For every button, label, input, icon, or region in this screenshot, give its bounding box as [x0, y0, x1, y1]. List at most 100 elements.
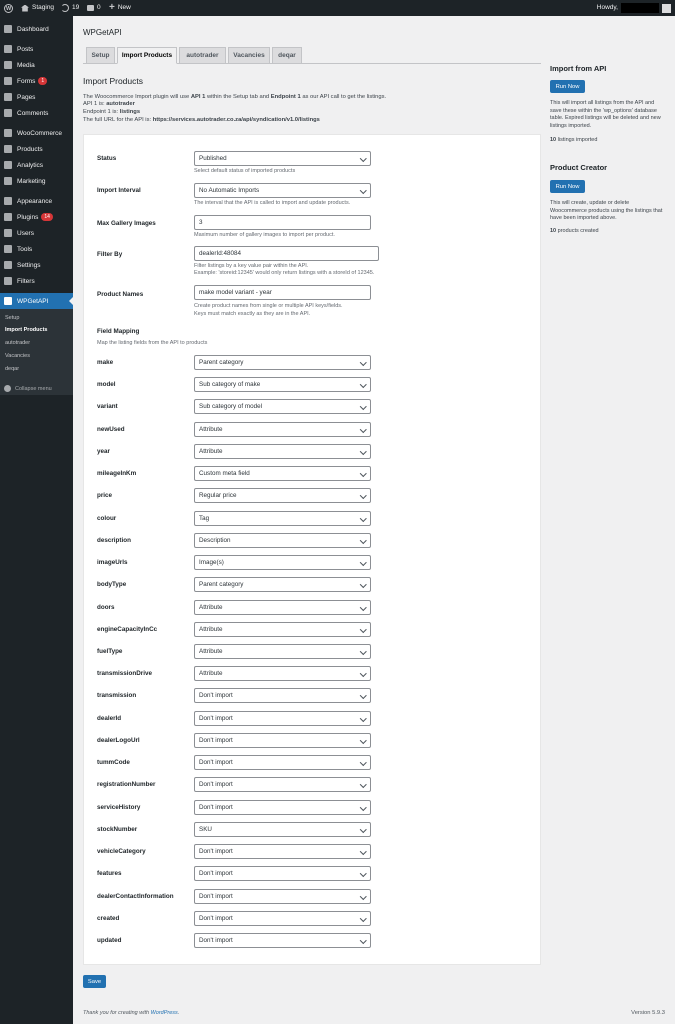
sidebar-item-media[interactable]: Media	[0, 57, 73, 73]
plugin-icon	[4, 213, 12, 221]
collapse-menu-button[interactable]: Collapse menu	[4, 385, 52, 392]
sidebar-item-label: Marketing	[17, 177, 46, 185]
field-mapping-select[interactable]: Description	[194, 532, 371, 548]
sidebar-item-label: WooCommerce	[17, 129, 63, 137]
sidebar-item-label: Filters	[17, 277, 35, 285]
sidebar-item-tools[interactable]: Tools	[0, 241, 73, 257]
sidebar-item-products[interactable]: Products	[0, 141, 73, 157]
section-heading: Import Products	[83, 76, 143, 86]
field-mapping-select[interactable]: Parent category	[194, 577, 371, 593]
field-mapping-select[interactable]: Don't import	[194, 844, 371, 860]
wpgetapi-submenu: Setup Import Products autotrader Vacanci…	[0, 309, 73, 395]
sidebar-item-users[interactable]: Users	[0, 225, 73, 241]
field-mapping-select[interactable]: Tag	[194, 510, 371, 526]
field-mapping-select[interactable]: Attribute	[194, 599, 371, 615]
field-mapping-select[interactable]: Don't import	[194, 755, 371, 771]
field-mapping-select[interactable]: Don't import	[194, 888, 371, 904]
field-mapping-select[interactable]: Don't import	[194, 777, 371, 793]
sidebar-item-forms[interactable]: Forms 1	[0, 73, 73, 89]
new-content-link[interactable]: + New	[109, 0, 131, 16]
field-label: doors	[97, 603, 115, 611]
tab-autotrader[interactable]: autotrader	[179, 47, 226, 64]
field-label: imageUrls	[97, 559, 128, 567]
product-names-description-2: Keys must match exactly as they are in t…	[194, 311, 311, 317]
analytics-icon	[4, 161, 12, 169]
collapse-label: Collapse menu	[15, 385, 52, 392]
account-menu[interactable]: Howdy,	[597, 0, 671, 16]
sidebar-item-wpgetapi[interactable]: WPGetAPI	[0, 293, 73, 309]
sidebar-item-marketing[interactable]: Marketing	[0, 173, 73, 189]
status-label: Status	[97, 155, 117, 162]
filter-by-input[interactable]: dealerId:48084	[194, 246, 379, 261]
field-mapping-select[interactable]: Attribute	[194, 643, 371, 659]
field-mapping-select[interactable]: Don't import	[194, 688, 371, 704]
field-mapping-select[interactable]: Regular price	[194, 488, 371, 504]
max-gallery-input[interactable]: 3	[194, 215, 371, 230]
sidebar-item-analytics[interactable]: Analytics	[0, 157, 73, 173]
sidebar-item-appearance[interactable]: Appearance	[0, 193, 73, 209]
products-icon	[4, 145, 12, 153]
field-mapping-select[interactable]: Custom meta field	[194, 466, 371, 482]
field-label: make	[97, 359, 114, 366]
field-mapping-select[interactable]: Attribute	[194, 443, 371, 459]
updates-link[interactable]: 19	[61, 0, 79, 16]
submenu-item-autotrader[interactable]: autotrader	[5, 340, 30, 346]
status-select[interactable]: Published	[194, 151, 371, 166]
comments-link[interactable]: 0	[87, 0, 101, 16]
home-icon	[21, 4, 29, 12]
field-mapping-select[interactable]: Attribute	[194, 421, 371, 437]
sidebar-item-posts[interactable]: Posts	[0, 41, 73, 57]
field-label: engineCapacityInCc	[97, 625, 158, 633]
sidebar-item-filters[interactable]: Filters	[0, 273, 73, 289]
sidebar-item-settings[interactable]: Settings	[0, 257, 73, 273]
field-mapping-select[interactable]: Don't import	[194, 910, 371, 926]
field-mapping-select[interactable]: Don't import	[194, 710, 371, 726]
admin-bar: Staging 19 0 +New Howdy,	[0, 0, 675, 17]
tab-deqar[interactable]: deqar	[272, 47, 302, 64]
field-mapping-select[interactable]: SKU	[194, 821, 371, 837]
sidebar-item-pages[interactable]: Pages	[0, 89, 73, 105]
submenu-item-import-products[interactable]: Import Products	[5, 327, 47, 333]
status-description: Select default status of imported produc…	[194, 168, 296, 174]
sidebar-item-woocommerce[interactable]: WooCommerce	[0, 125, 73, 141]
save-button[interactable]: Save	[83, 975, 106, 988]
woocommerce-icon	[4, 129, 12, 137]
field-label: colour	[97, 514, 117, 522]
field-mapping-select[interactable]: Parent category	[194, 355, 371, 370]
field-mapping-title: Field Mapping	[97, 328, 140, 335]
sidebar-item-label: Posts	[17, 45, 34, 53]
submenu-item-setup[interactable]: Setup	[5, 315, 19, 321]
field-label: transmissionDrive	[97, 670, 152, 678]
creator-run-now-button[interactable]: Run Now	[550, 180, 585, 193]
product-names-input[interactable]: make model variant - year	[194, 285, 371, 300]
field-mapping-select[interactable]: Sub category of model	[194, 399, 371, 415]
submenu-item-deqar[interactable]: deqar	[5, 366, 19, 372]
megaphone-icon	[4, 177, 12, 185]
field-mapping-select[interactable]: Don't import	[194, 799, 371, 815]
brush-icon	[4, 197, 12, 205]
site-name-link[interactable]: Staging	[21, 0, 54, 16]
import-interval-select[interactable]: No Automatic Imports	[194, 183, 371, 198]
page-icon	[4, 93, 12, 101]
field-mapping-select[interactable]: Don't import	[194, 732, 371, 748]
import-run-now-button[interactable]: Run Now	[550, 80, 585, 93]
tab-import-products[interactable]: Import Products	[117, 47, 177, 64]
wordpress-logo-icon[interactable]	[4, 0, 13, 17]
wordpress-link[interactable]: WordPress	[151, 1010, 178, 1016]
field-mapping-select[interactable]: Attribute	[194, 621, 371, 637]
sidebar-item-dashboard[interactable]: Dashboard	[0, 21, 73, 37]
sidebar-item-plugins[interactable]: Plugins 14	[0, 209, 73, 225]
tab-setup[interactable]: Setup	[86, 47, 115, 64]
field-mapping-select[interactable]: Don't import	[194, 932, 371, 948]
field-mapping-select[interactable]: Sub category of make	[194, 377, 371, 393]
tab-vacancies[interactable]: Vacancies	[228, 47, 270, 64]
field-label: mileageInKm	[97, 470, 137, 478]
sidebar-item-label: Tools	[17, 245, 33, 253]
field-mapping-select[interactable]: Don't import	[194, 866, 371, 882]
submenu-item-vacancies[interactable]: Vacancies	[5, 353, 30, 359]
sidebar-item-comments[interactable]: Comments	[0, 105, 73, 121]
field-mapping-select[interactable]: Attribute	[194, 666, 371, 682]
max-gallery-description: Maximum number of gallery images to impo…	[194, 232, 335, 238]
field-label: features	[97, 870, 122, 878]
field-mapping-select[interactable]: Image(s)	[194, 555, 371, 571]
